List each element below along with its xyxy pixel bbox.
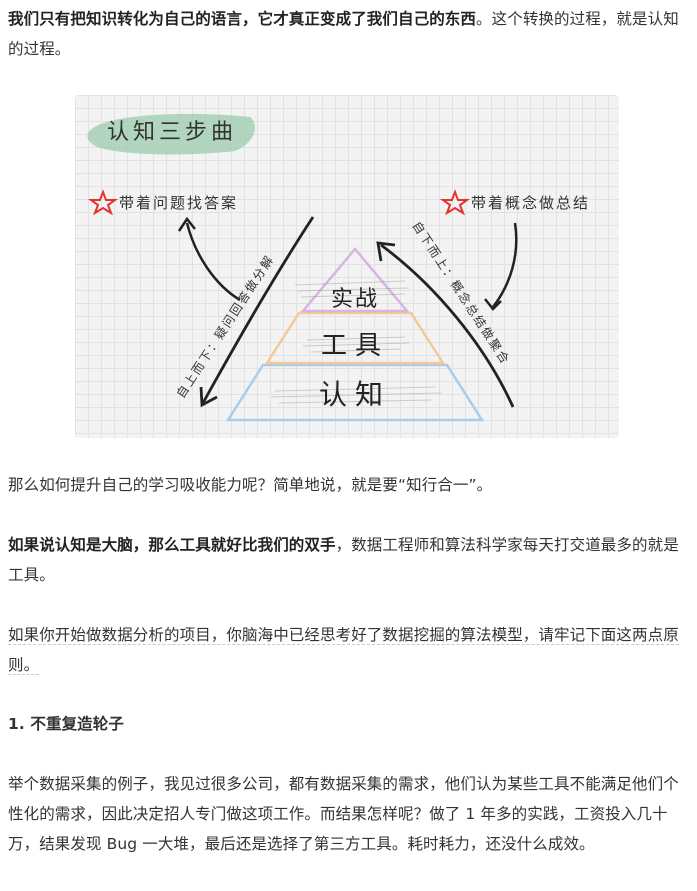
star-icon-left (87, 189, 119, 216)
left-arrow-label: 自上而下：疑问回答做分解 (173, 252, 277, 401)
cognition-diagram-svg: 认知三步曲 带着问题找答案 带着概念做总结 自上而下：疑问回答做分解 自下而上：… (87, 113, 590, 422)
paragraph-tools: 如果说认知是大脑，那么工具就好比我们的双手，数据工程师和算法科学家每天打交道最多… (8, 530, 692, 590)
diagram-title: 认知三步曲 (107, 120, 237, 145)
right-note: 带着概念做总结 (471, 194, 590, 212)
paragraph-question: 那么如何提升自己的学习吸收能力呢？简单地说，就是要“知行合一”。 (8, 476, 493, 494)
tier-label-top: 实战 (331, 287, 379, 312)
paragraph-tools-bold: 如果说认知是大脑，那么工具就好比我们的双手 (8, 536, 336, 554)
paragraph-principles: 如果你开始做数据分析的项目，你脑海中已经思考好了数据挖掘的算法模型，请牢记下面这… (8, 620, 692, 680)
paragraph-principles-text: 如果你开始做数据分析的项目，你脑海中已经思考好了数据挖掘的算法模型，请牢记下面这… (8, 626, 679, 675)
right-curve-arrow (492, 222, 518, 308)
paragraph-example: 举个数据采集的例子，我见过很多公司，都有数据采集的需求，他们认为某些工具不能满足… (8, 775, 679, 853)
left-curve-arrow (185, 222, 241, 302)
left-note: 带着问题找答案 (119, 194, 238, 212)
cognition-diagram: 认知三步曲 带着问题找答案 带着概念做总结 自上而下：疑问回答做分解 自下而上：… (75, 95, 619, 438)
tier-label-middle: 工具 (321, 331, 389, 361)
tier-label-bottom: 认知 (319, 378, 391, 411)
section-heading: 1. 不重复造轮子 (8, 715, 124, 733)
paragraph-intro: 我们只有把知识转化为自己的语言，它才真正变成了我们自己的东西。这个转换的过程，就… (8, 4, 692, 64)
right-arrow-label: 自下而上：概念总结做聚合 (409, 218, 513, 367)
star-icon-right (439, 189, 471, 216)
paragraph-intro-bold: 我们只有把知识转化为自己的语言，它才真正变成了我们自己的东西 (8, 10, 477, 28)
